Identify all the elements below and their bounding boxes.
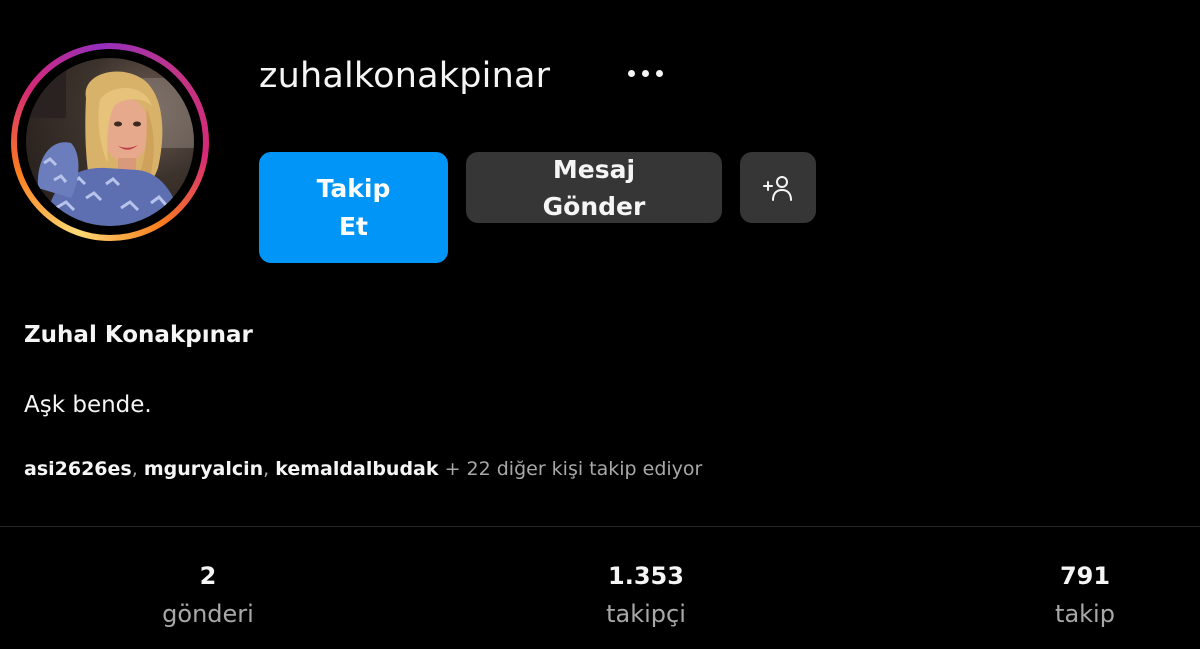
suggest-similar-button[interactable] <box>740 152 816 223</box>
avatar-photo-illustration <box>26 58 194 226</box>
followed-by-user-link[interactable]: kemaldalbudak <box>275 458 438 480</box>
followers-label: takipçi <box>606 600 686 628</box>
posts-label: gönderi <box>162 600 254 628</box>
send-message-button-label: Mesaj Gönder <box>542 154 646 221</box>
followers-count: 1.353 <box>608 562 684 590</box>
stat-following[interactable]: 791 takip <box>985 560 1185 632</box>
profile-username: zuhalkonakpinar <box>259 56 551 96</box>
followed-by-user-link[interactable]: mguryalcin <box>144 458 263 480</box>
stat-followers[interactable]: 1.353 takipçi <box>546 560 746 632</box>
stats-divider <box>0 526 1200 527</box>
separator: , <box>131 458 144 480</box>
dot <box>627 69 635 77</box>
profile-avatar-ring[interactable] <box>11 43 209 241</box>
followed-by-text[interactable]: asi2626es, mguryalcin, kemaldalbudak + 2… <box>24 458 702 480</box>
posts-count: 2 <box>199 562 217 590</box>
following-count: 791 <box>1059 562 1111 590</box>
send-message-button[interactable]: Mesaj Gönder <box>466 152 722 223</box>
following-label: takip <box>1055 600 1115 628</box>
dot <box>641 69 649 77</box>
person-plus-icon <box>763 175 792 201</box>
avatar-ring-gap <box>17 49 203 235</box>
followed-by-user-link[interactable]: asi2626es <box>24 458 132 480</box>
follow-button[interactable]: Takip Et <box>259 152 448 263</box>
followed-by-suffix: + 22 diğer kişi takip ediyor <box>444 458 703 480</box>
profile-full-name: Zuhal Konakpınar <box>24 322 253 348</box>
stat-posts: 2 gönderi <box>108 560 308 632</box>
separator: , <box>263 458 276 480</box>
ellipsis-icon[interactable] <box>618 58 672 88</box>
profile-bio: Aşk bende. <box>24 392 152 418</box>
avatar[interactable] <box>26 58 194 226</box>
dot <box>655 69 663 77</box>
follow-button-label: Takip Et <box>316 173 391 241</box>
